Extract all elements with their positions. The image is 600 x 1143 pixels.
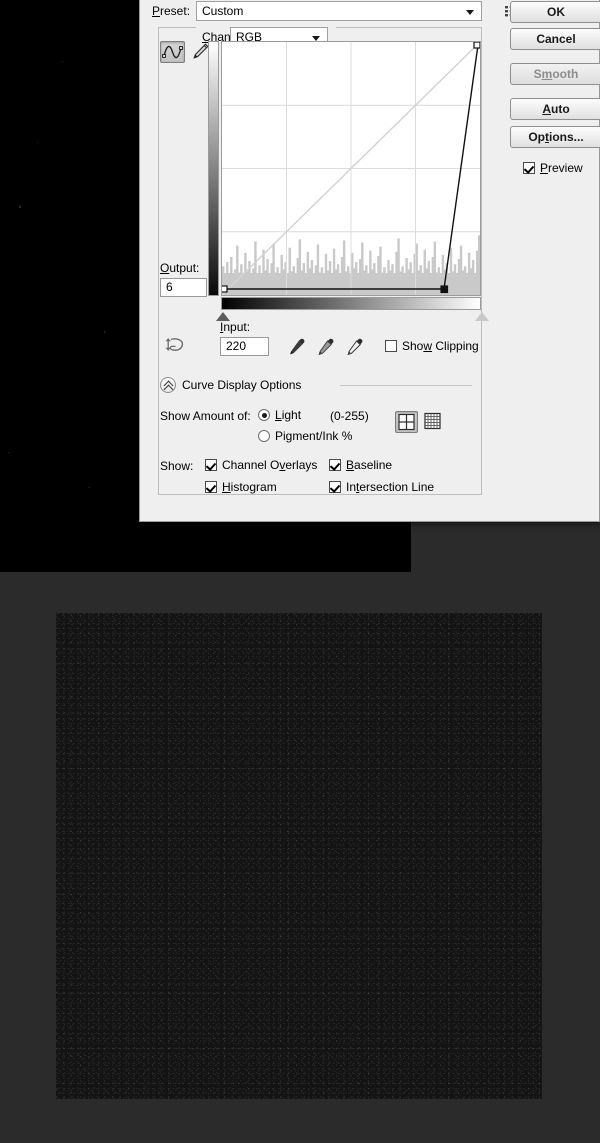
preset-row: Preset: Custom bbox=[152, 1, 518, 21]
options-label: Options... bbox=[528, 130, 584, 144]
checkbox-box bbox=[385, 340, 397, 352]
checkbox-histogram[interactable]: Histogram bbox=[205, 480, 277, 494]
radio-light-label: Light bbox=[275, 408, 302, 422]
checkbox-box bbox=[205, 481, 217, 493]
light-range-label: (0-255) bbox=[330, 409, 369, 423]
curves-dialog: Preset: Custom Channel: bbox=[139, 0, 600, 522]
white-point-slider[interactable] bbox=[475, 312, 489, 321]
chevron-up-icon[interactable] bbox=[160, 377, 176, 393]
histogram-label: Histogram bbox=[222, 480, 277, 494]
smooth-label: Smooth bbox=[533, 67, 579, 81]
baseline-label: Baseline bbox=[346, 458, 393, 472]
smooth-button[interactable]: Smooth bbox=[510, 63, 600, 85]
radio-pigment-label: Pigment/Ink % bbox=[275, 429, 353, 443]
checkbox-box bbox=[329, 459, 341, 471]
eyedropper-white-point-icon[interactable] bbox=[344, 335, 366, 357]
output-input[interactable]: 6 bbox=[160, 278, 207, 297]
image-preview-noise bbox=[56, 613, 542, 1099]
curve-display-options-label: Curve Display Options bbox=[182, 378, 302, 392]
auto-label: Auto bbox=[542, 102, 570, 116]
output-value: 6 bbox=[166, 280, 173, 294]
curve-display-options-header[interactable]: Curve Display Options bbox=[160, 377, 472, 393]
output-label: Output: bbox=[160, 261, 200, 275]
chevron-down-icon bbox=[466, 10, 474, 15]
preset-label: Preset: bbox=[152, 4, 191, 18]
radio-pigment-ink[interactable]: Pigment/Ink % bbox=[258, 429, 352, 443]
checkbox-box bbox=[205, 459, 217, 471]
checkbox-channel-overlays[interactable]: Channel Overlays bbox=[205, 458, 317, 472]
auto-button[interactable]: Auto bbox=[510, 98, 600, 120]
preview-label: Preview bbox=[540, 161, 583, 175]
input-input[interactable]: 220 bbox=[220, 337, 269, 356]
radio-light[interactable]: Light bbox=[258, 408, 301, 422]
input-value: 220 bbox=[226, 339, 247, 353]
radio-dot bbox=[258, 409, 270, 421]
checkbox-box bbox=[329, 481, 341, 493]
cancel-button[interactable]: Cancel bbox=[510, 28, 600, 50]
checkbox-baseline[interactable]: Baseline bbox=[329, 458, 392, 472]
curve-plot-area[interactable] bbox=[221, 41, 481, 296]
on-image-adjustment-icon[interactable] bbox=[162, 334, 186, 358]
show-clipping-label: Show Clipping bbox=[402, 339, 479, 353]
ok-button[interactable]: OK bbox=[510, 1, 600, 23]
curve-point-white bbox=[473, 42, 480, 49]
checkbox-box bbox=[523, 162, 535, 174]
channel-overlays-label: Channel Overlays bbox=[222, 458, 318, 472]
show-amount-label: Show Amount of: bbox=[160, 409, 251, 423]
eyedropper-gray-point-icon[interactable] bbox=[315, 335, 337, 357]
grid-tenths-icon[interactable] bbox=[422, 411, 445, 433]
input-tone-ramp bbox=[221, 297, 481, 310]
preset-value: Custom bbox=[202, 4, 244, 18]
eyedropper-black-point-icon[interactable] bbox=[286, 335, 308, 357]
ok-label: OK bbox=[547, 5, 565, 19]
options-button[interactable]: Options... bbox=[510, 126, 600, 148]
cancel-label: Cancel bbox=[536, 32, 576, 46]
curve-point-black bbox=[222, 285, 228, 293]
section-divider bbox=[340, 385, 472, 386]
radio-dot bbox=[258, 430, 270, 442]
preview-checkbox[interactable]: Preview bbox=[523, 161, 583, 175]
dialog-button-column: OK Cancel Smooth Auto Options... Preview bbox=[510, 0, 600, 521]
show-clipping-checkbox[interactable]: Show Clipping bbox=[385, 339, 479, 353]
grid-quarters-icon[interactable] bbox=[395, 411, 418, 433]
output-tone-ramp bbox=[208, 41, 219, 296]
show-label: Show: bbox=[160, 459, 194, 473]
preset-select[interactable]: Custom bbox=[196, 1, 482, 21]
checkbox-intersection-line[interactable]: Intersection Line bbox=[329, 480, 434, 494]
curve-draw-icon[interactable] bbox=[160, 41, 185, 63]
intersection-line-label: Intersection Line bbox=[346, 480, 435, 494]
curves-dialog-body: Preset: Custom Channel: bbox=[140, 0, 518, 521]
curve-graph[interactable] bbox=[208, 41, 489, 321]
input-label: Input: bbox=[220, 320, 251, 334]
curve-point-selected bbox=[440, 285, 449, 294]
